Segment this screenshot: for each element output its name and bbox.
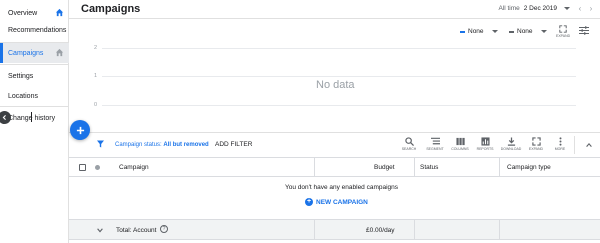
chevron-down-icon[interactable] — [96, 226, 104, 234]
column-header-status[interactable]: Status — [420, 164, 438, 171]
total-label: Total: Account — [116, 227, 157, 234]
select-all-checkbox[interactable] — [79, 164, 86, 171]
filter-icon[interactable] — [97, 140, 104, 148]
reports-button[interactable]: REPORTS — [476, 137, 494, 151]
metric-color-swatch — [509, 30, 514, 33]
segment-button[interactable]: SEGMENT — [426, 137, 444, 151]
column-header-budget[interactable]: Budget — [374, 164, 395, 171]
home-icon — [55, 8, 64, 17]
tool-label: MORE — [554, 147, 566, 151]
sidebar-item-label: Locations — [8, 92, 38, 100]
sidebar-item-label: Campaigns — [8, 49, 44, 57]
page-title: Campaigns — [81, 3, 141, 15]
add-button[interactable] — [70, 120, 90, 140]
metric-color-swatch — [460, 30, 465, 33]
help-icon[interactable]: ? — [160, 225, 168, 233]
sidebar-item-label: Recommendations — [8, 26, 67, 34]
sidebar-item-label: Overview — [8, 9, 38, 17]
tool-label: SEGMENT — [426, 147, 444, 151]
grid-line — [102, 76, 576, 77]
plus-icon: + — [305, 198, 313, 206]
tool-label: EXPAND — [556, 34, 571, 38]
column-divider — [414, 220, 415, 239]
grid-line — [102, 48, 576, 49]
metric-label: None — [517, 28, 533, 35]
app: Overview Recommendations Campaigns Setti… — [0, 0, 600, 243]
column-divider — [314, 220, 315, 239]
y-tick-label: 2 — [94, 45, 98, 51]
divider — [0, 64, 69, 65]
chevron-left-icon — [2, 115, 6, 120]
tool-label: REPORTS — [476, 147, 494, 151]
column-divider — [499, 220, 500, 239]
header: Campaigns All time 2 Dec 2019 ‹ › — [69, 0, 600, 19]
chevron-down-icon — [540, 30, 547, 33]
expand-button[interactable]: EXPAND — [527, 137, 545, 151]
download-button[interactable]: DOWNLOAD — [500, 137, 522, 151]
columns-icon — [455, 137, 465, 146]
sidebar-item-settings[interactable]: Settings — [0, 66, 69, 86]
no-data-message: No data — [316, 79, 355, 91]
chart-settings-button[interactable] — [579, 26, 589, 35]
status-dot — [95, 165, 100, 170]
metric-label: None — [468, 28, 484, 35]
more-button[interactable]: MORE — [551, 137, 569, 151]
empty-state-message: You don't have any enabled campaigns — [285, 184, 399, 191]
date-value: 2 Dec 2019 — [523, 5, 557, 12]
column-header-campaign-type[interactable]: Campaign type — [507, 164, 551, 171]
home-icon — [55, 48, 64, 57]
metric-selector-1[interactable]: None — [460, 27, 498, 36]
y-tick-label: 1 — [94, 73, 98, 79]
y-tick-label: 0 — [94, 102, 98, 108]
more-icon — [559, 137, 561, 146]
previous-period-button[interactable]: ‹ — [576, 4, 584, 13]
next-period-button[interactable]: › — [587, 4, 595, 13]
download-icon — [507, 137, 515, 146]
chevron-down-icon — [491, 30, 498, 33]
filter-label: Campaign status: — [115, 142, 162, 148]
segment-icon — [430, 137, 440, 145]
chevron-down-icon — [564, 7, 570, 10]
column-divider — [314, 158, 315, 177]
chevron-up-icon[interactable] — [585, 141, 593, 149]
divider — [0, 106, 69, 107]
add-filter-button[interactable]: ADD FILTER — [215, 141, 252, 148]
tool-label: EXPAND — [528, 147, 544, 151]
plus-icon — [76, 126, 84, 134]
sidebar-item-recommendations[interactable]: Recommendations — [0, 20, 69, 40]
column-divider — [414, 158, 415, 177]
chart-expand-button[interactable]: EXPAND — [556, 25, 570, 38]
date-range-picker[interactable]: All time 2 Dec 2019 — [498, 5, 570, 12]
new-campaign-button[interactable]: + NEW CAMPAIGN — [305, 198, 368, 206]
total-row: Total: Account ? £0.00/day — [69, 219, 600, 240]
tool-label: COLUMNS — [451, 147, 469, 151]
reports-icon — [480, 137, 490, 146]
metric-selector-2[interactable]: None — [509, 27, 547, 36]
date-range-label: All time — [498, 5, 520, 12]
search-button[interactable]: SEARCH — [400, 137, 418, 151]
divider — [574, 136, 575, 154]
campaign-status-filter[interactable]: Campaign status: All but removed — [115, 142, 209, 148]
column-header-campaign[interactable]: Campaign — [119, 164, 149, 171]
new-campaign-label: NEW CAMPAIGN — [316, 198, 368, 206]
filter-value: All but removed — [163, 142, 209, 148]
sidebar-item-campaigns[interactable]: Campaigns — [0, 43, 69, 63]
expand-icon — [531, 137, 541, 146]
search-icon — [404, 137, 414, 146]
columns-button[interactable]: COLUMNS — [451, 137, 469, 151]
text-cursor — [31, 112, 32, 122]
column-divider — [499, 158, 500, 177]
grid-line — [102, 105, 576, 106]
total-budget: £0.00/day — [366, 227, 395, 234]
expand-icon — [559, 25, 567, 33]
sidebar: Overview Recommendations Campaigns Setti… — [0, 0, 69, 243]
tune-icon — [579, 26, 589, 35]
sidebar-item-locations[interactable]: Locations — [0, 86, 69, 106]
tool-label: DOWNLOAD — [500, 147, 522, 151]
tool-label: SEARCH — [401, 147, 417, 151]
sidebar-item-label: Settings — [8, 72, 34, 80]
filter-bar: Campaign status: All but removed ADD FIL… — [69, 132, 600, 157]
table-header: Campaign Budget Status Campaign type — [69, 157, 600, 177]
